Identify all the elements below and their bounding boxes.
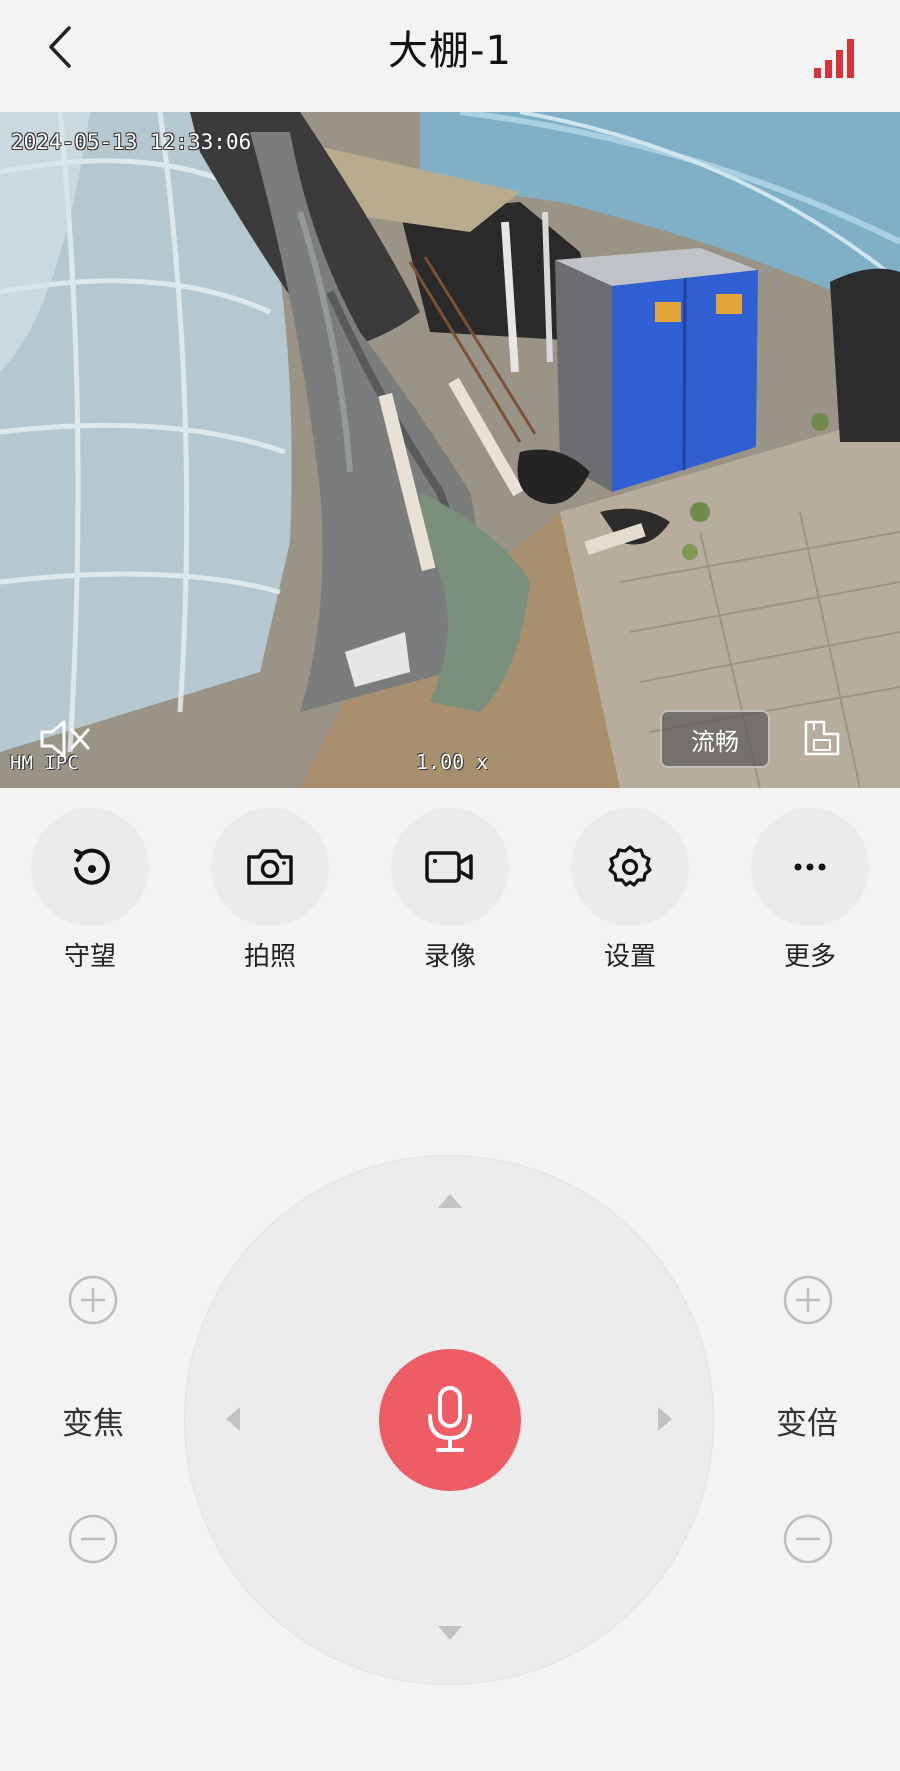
zoom-level: 1.00 x [416,750,489,774]
watch-label: 守望 [63,942,116,972]
page-title: 大棚-1 [388,28,512,74]
settings-label: 设置 [603,942,656,972]
record-button[interactable]: 录像 [388,808,512,973]
top-bar: 大棚-1 [0,0,900,112]
mute-icon[interactable] [38,716,94,762]
more-button-circle [751,808,869,926]
settings-button[interactable]: 设置 [568,808,692,973]
settings-button-circle [571,808,689,926]
talk-button[interactable] [379,1349,521,1491]
zoom-out-button[interactable] [782,1513,834,1565]
focus-label: 变焦 [62,1406,124,1442]
signal-strength-icon[interactable] [812,36,860,80]
arrow-right-icon[interactable] [656,1405,674,1433]
camera-scene [0,112,900,788]
record-label: 录像 [423,942,476,972]
snapshot-label: 拍照 [243,942,296,972]
video-feed[interactable]: 2024-05-13 12:33:06 HM IPC 1.00 x 流畅 [0,112,900,788]
video-camera-icon [425,851,473,883]
arrow-up-icon[interactable] [436,1192,464,1210]
snapshot-button-circle [211,808,329,926]
rotate-screen-icon[interactable] [800,716,844,760]
more-button[interactable]: 更多 [748,808,872,973]
watch-icon [74,848,110,885]
stream-quality-button[interactable]: 流畅 [660,710,770,768]
arrow-down-icon[interactable] [436,1624,464,1642]
microphone-icon [428,1386,472,1452]
focus-out-button[interactable] [67,1513,119,1565]
zoom-in-button[interactable] [782,1274,834,1326]
action-bar: 守望 拍照 录像 设置 更多 [0,808,900,972]
more-icon [794,863,826,871]
watch-button[interactable]: 守望 [28,808,152,973]
more-label: 更多 [783,942,836,972]
watch-button-circle [31,808,149,926]
zoom-label: 变倍 [776,1406,838,1442]
focus-in-button[interactable] [67,1274,119,1326]
snapshot-button[interactable]: 拍照 [208,808,332,973]
record-button-circle [391,808,509,926]
video-timestamp: 2024-05-13 12:33:06 [11,130,252,154]
arrow-left-icon[interactable] [224,1405,242,1433]
camera-icon [247,849,293,885]
gear-icon [608,845,652,887]
